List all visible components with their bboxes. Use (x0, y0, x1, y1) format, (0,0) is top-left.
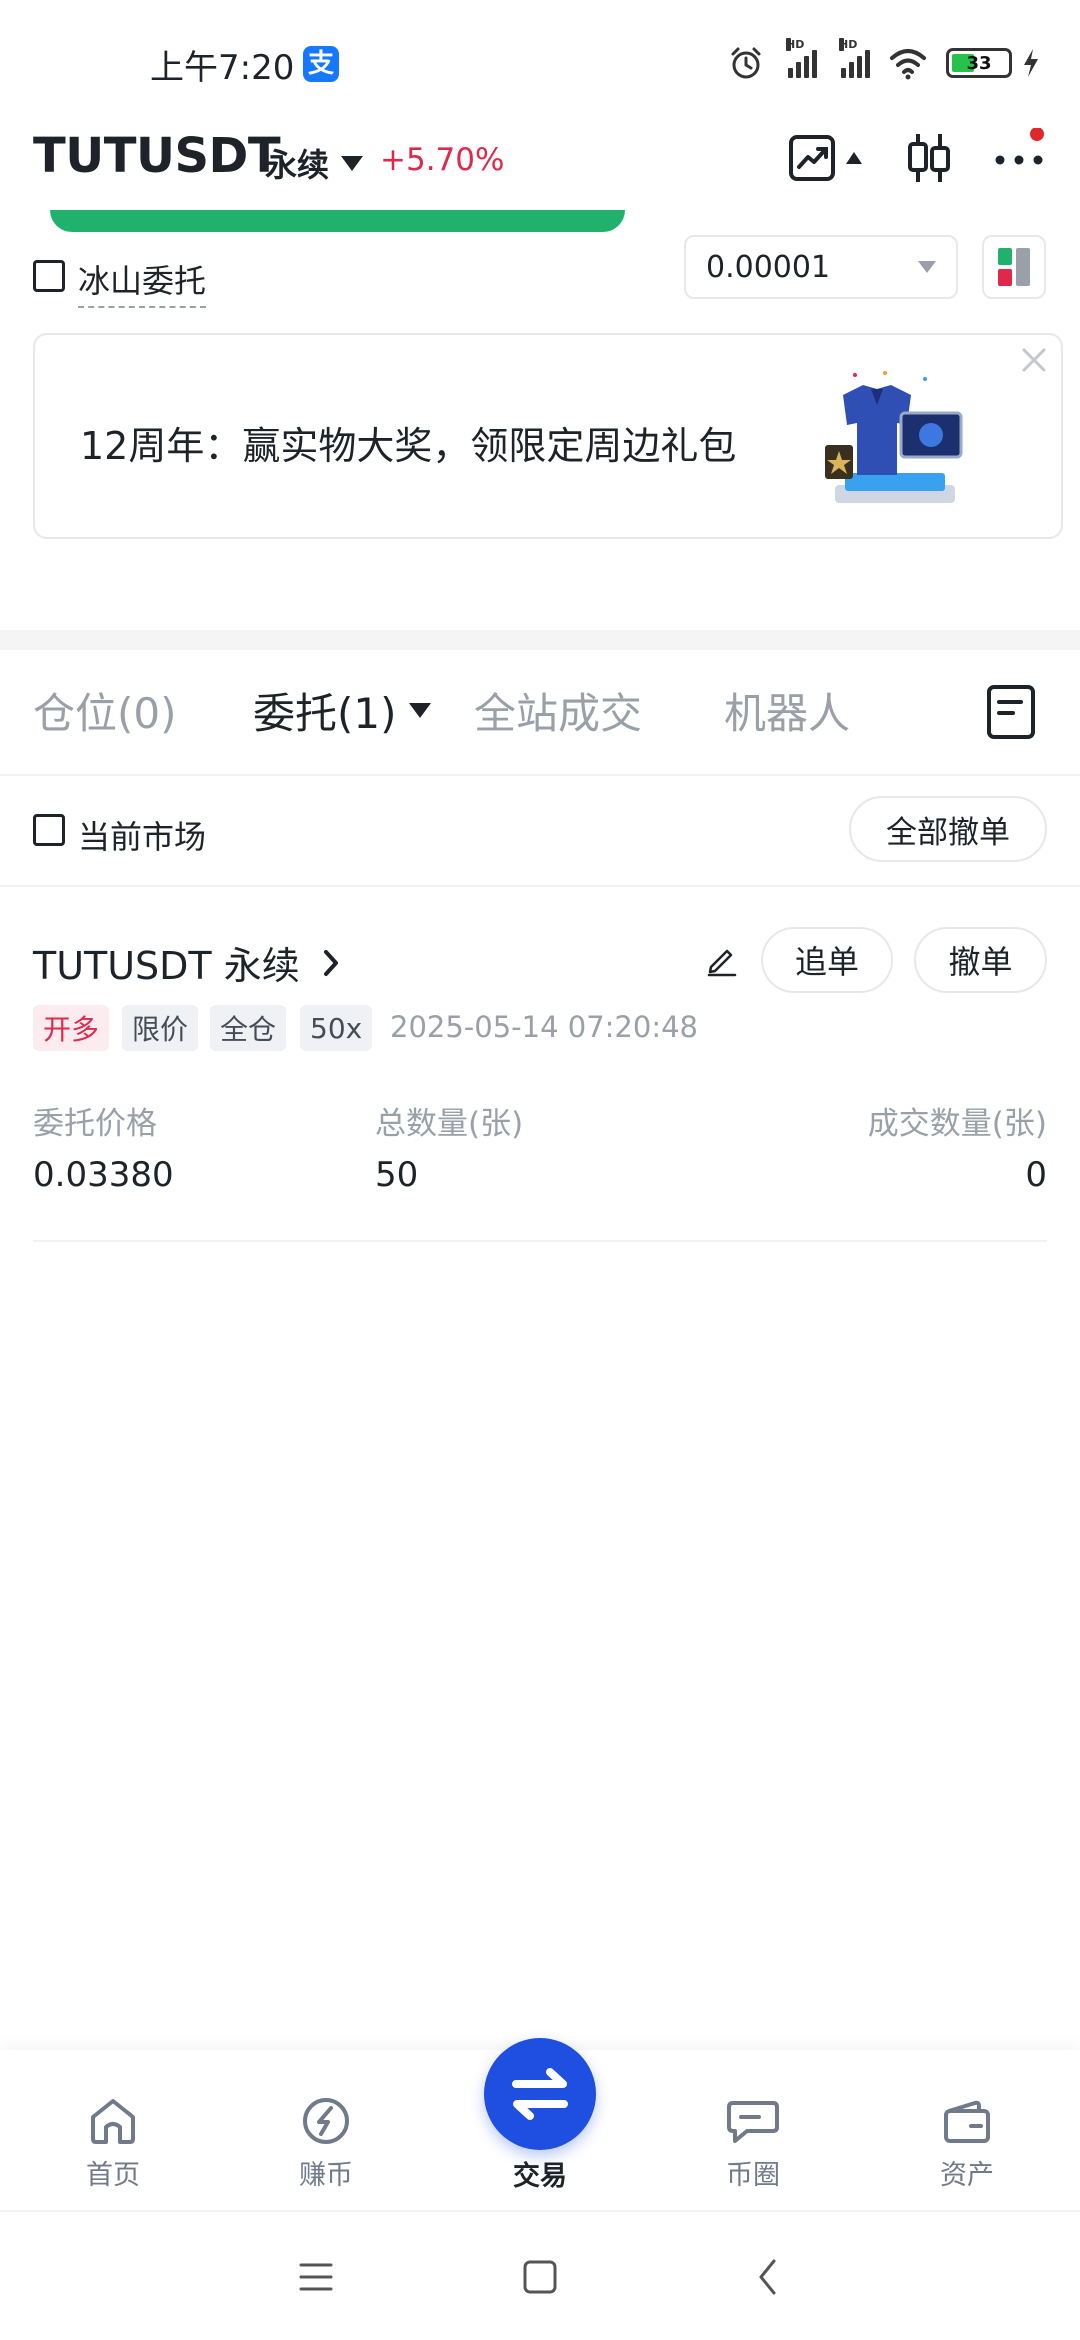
close-icon[interactable] (1019, 345, 1049, 375)
pair-symbol[interactable]: TUTUSDT (33, 128, 281, 184)
nav-earn-label: 赚币 (299, 2160, 353, 2191)
price-precision-select[interactable]: 0.00001 (684, 235, 958, 299)
chart-toggle-button[interactable] (788, 128, 862, 188)
more-dots-icon (995, 127, 1044, 165)
nav-home[interactable]: 首页 (43, 2095, 183, 2192)
candlestick-button[interactable] (905, 128, 953, 188)
charging-icon (1024, 49, 1038, 77)
status-icons: HD HD 33 (728, 38, 1040, 86)
price-change: +5.70% (380, 142, 505, 178)
order-symbol-label: TUTUSDT 永续 (33, 944, 300, 988)
nav-assets-label: 资产 (940, 2160, 994, 2191)
orderbook-layout-button[interactable] (982, 235, 1046, 299)
iceberg-checkbox[interactable] (33, 260, 65, 292)
chase-order-button[interactable]: 追单 (761, 927, 893, 993)
chart-icon (789, 135, 835, 181)
order-timestamp: 2025-05-14 07:20:48 (390, 1010, 698, 1044)
back-icon[interactable] (756, 2257, 780, 2297)
contract-type-selector[interactable]: 永续 (265, 140, 364, 186)
contract-type-label: 永续 (265, 146, 330, 184)
tab-bots[interactable]: 机器人 (724, 680, 850, 741)
signal-icon-2: HD (839, 38, 870, 78)
wallet-icon (944, 2100, 990, 2143)
status-bar: 上午7:20 支 HD HD 33 (0, 0, 1080, 120)
document-icon (987, 685, 1035, 739)
nav-assets[interactable]: 资产 (897, 2095, 1037, 2192)
home-icon (91, 2099, 135, 2144)
total-quantity-label: 总数量(张) (375, 1106, 524, 1142)
layout-icon (998, 248, 1030, 286)
leverage-tag: 50x (300, 1005, 373, 1051)
alarm-icon (731, 47, 761, 79)
tab-market-trades[interactable]: 全站成交 (474, 680, 642, 741)
chevron-down-icon (341, 155, 364, 171)
chevron-down-icon (918, 261, 936, 273)
candlestick-icon (908, 134, 950, 182)
edit-icon[interactable] (705, 943, 739, 977)
home-square-icon[interactable] (522, 2259, 558, 2295)
order-price-value: 0.03380 (33, 1155, 174, 1195)
nav-trade-label: 交易 (513, 2161, 567, 2192)
cancel-all-button[interactable]: 全部撤单 (849, 796, 1047, 862)
promo-banner-text: 12周年：赢实物大奖，领限定周边礼包 (80, 424, 737, 468)
chevron-down-icon (408, 703, 431, 718)
more-button[interactable] (992, 127, 1052, 188)
nav-home-label: 首页 (86, 2160, 140, 2191)
buy-button-edge[interactable] (50, 210, 625, 232)
margin-mode-tag: 全仓 (210, 1005, 287, 1051)
tab-orders-label: 委托(1) (253, 689, 397, 738)
signal-icon-1: HD (786, 38, 817, 78)
nav-earn[interactable]: 赚币 (256, 2095, 396, 2192)
wifi-icon (890, 49, 926, 80)
trade-swap-icon (512, 2068, 568, 2120)
tab-positions[interactable]: 仓位(0) (33, 680, 177, 741)
nav-trade-button[interactable] (484, 2038, 596, 2150)
order-type-tag: 限价 (122, 1005, 199, 1051)
earn-icon (303, 2098, 349, 2144)
iceberg-order-label: 冰山委托 (78, 256, 207, 308)
tab-orders[interactable]: 委托(1) (253, 680, 431, 741)
filled-quantity-label: 成交数量(张) (867, 1106, 1047, 1142)
precision-value: 0.00001 (706, 249, 831, 285)
prize-illustration-icon (825, 371, 963, 503)
promo-banner[interactable]: 12周年：赢实物大奖，领限定周边礼包 (33, 333, 1063, 539)
order-price-label: 委托价格 (33, 1106, 157, 1142)
current-market-label: 当前市场 (78, 818, 207, 856)
alipay-icon: 支 (303, 46, 339, 82)
community-chat-icon (727, 2101, 779, 2143)
order-history-button[interactable] (986, 684, 1036, 744)
menu-icon[interactable] (298, 2260, 334, 2294)
side-tag: 开多 (33, 1005, 110, 1051)
battery-icon: 33 (946, 48, 1012, 78)
current-market-checkbox[interactable] (33, 814, 65, 846)
total-quantity-value: 50 (375, 1155, 419, 1195)
filled-quantity-value: 0 (1025, 1155, 1047, 1195)
nav-community-label: 币圈 (726, 2160, 780, 2191)
divider (0, 885, 1080, 887)
chevron-right-icon (323, 949, 338, 976)
nav-community[interactable]: 币圈 (683, 2095, 823, 2192)
system-navigation-bar (0, 2210, 1080, 2340)
divider (33, 1240, 1047, 1242)
divider (0, 774, 1080, 776)
section-divider (0, 630, 1080, 650)
triangle-up-icon (846, 152, 862, 164)
cancel-order-button[interactable]: 撤单 (914, 927, 1047, 993)
order-symbol-link[interactable]: TUTUSDT 永续 (33, 935, 340, 990)
status-time: 上午7:20 (150, 48, 295, 88)
